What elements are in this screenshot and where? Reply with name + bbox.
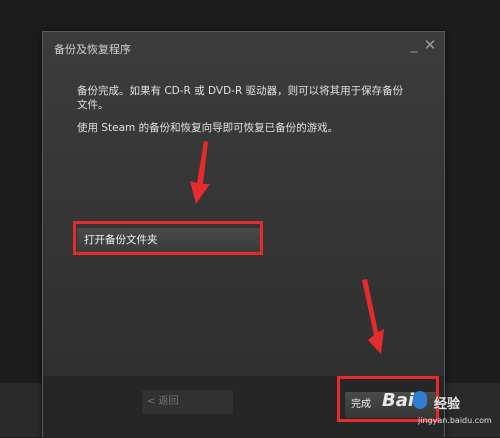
jingyan-label: 经验 — [434, 397, 461, 412]
close-button[interactable]: ✕ — [422, 36, 438, 54]
dialog-title: 备份及恢复程序 — [54, 43, 131, 56]
back-button[interactable]: < 返回 — [142, 390, 233, 414]
watermark-url: jingyan.baidu.com — [418, 416, 492, 425]
baidu-jingyan-watermark: Bai 经验 jingyan.baidu.com — [380, 390, 496, 435]
paw-icon — [413, 391, 427, 409]
highlight-box-open-folder — [73, 221, 263, 255]
baidu-logo: Bai — [382, 390, 415, 411]
minimize-button[interactable]: _ — [406, 36, 422, 54]
restore-hint-message: 使用 Steam 的备份和恢复向导即可恢复已备份的游戏。 — [77, 122, 339, 134]
backup-complete-message: 备份完成。如果有 CD-R 或 DVD-R 驱动器，则可以将其用于保存备份文件。 — [77, 85, 404, 111]
title-bar: 备份及恢复程序 _ ✕ — [43, 32, 444, 64]
arrow-to-open-folder — [190, 141, 210, 204]
arrow-to-finish — [362, 279, 384, 354]
